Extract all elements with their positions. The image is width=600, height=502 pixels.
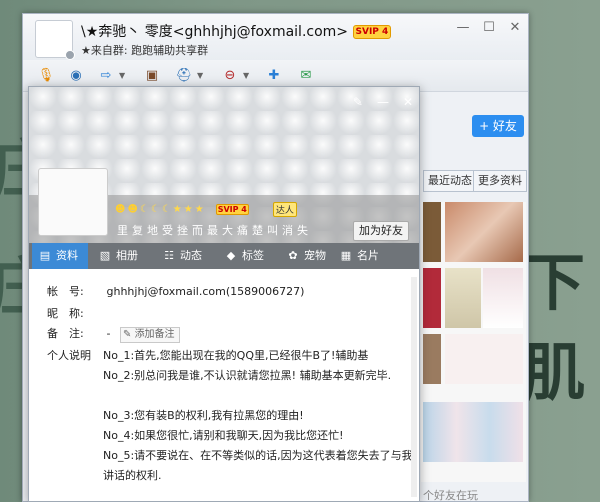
tab-tags[interactable]: ◆ 标签 (218, 243, 278, 269)
remote-desktop-icon[interactable]: ▣ (141, 65, 163, 87)
add-as-friend-button[interactable]: 加为好友 (353, 221, 409, 241)
app-icon[interactable]: ⛑ ▼ (173, 65, 203, 87)
card-controls: ✎ — ✕ (353, 95, 413, 109)
activity-photo[interactable] (423, 202, 441, 262)
account-label: 帐 号: (47, 285, 84, 298)
file-transfer-icon[interactable]: ⇨ ▼ (95, 65, 126, 87)
title-bar[interactable]: \★奔驰丶 零度<ghhhjhj@foxmail.com> SVIP 4 ★来自… (23, 14, 528, 60)
window-controls: — ☐ ✕ (456, 20, 522, 35)
moon-icon: ☾ (161, 204, 171, 215)
chevron-down-icon[interactable]: ▼ (197, 65, 203, 87)
svip-badge: SVIP 4 (352, 25, 392, 39)
intro-line: No_1:首先,您能出现在我的QQ里,已经很牛B了!辅助基 (103, 349, 369, 362)
daren-badge[interactable]: 达人 (272, 202, 297, 217)
remark-value: - (106, 327, 111, 340)
tab-more-info[interactable]: 更多资料 (473, 170, 527, 192)
profile-avatar[interactable] (38, 168, 108, 236)
tab-album[interactable]: ▧ 相册 (92, 243, 152, 269)
status-icon (65, 50, 75, 60)
tag-icon: ◆ (226, 249, 236, 262)
profile-tabs: ▤ 资料 ▧ 相册 ☷ 动态 ◆ 标签 ✿ 宠物 ▦ 名片 (29, 243, 419, 269)
activity-photo[interactable] (445, 334, 523, 384)
add-contact-icon[interactable]: ✚ (263, 65, 285, 87)
desktop-bg-text: 下肌 (523, 246, 586, 409)
account-row: 帐 号: ghhhjhj@foxmail.com(1589006727) (47, 283, 304, 299)
nickname-label: 昵 称: (47, 307, 84, 320)
intro-line: No_2:别总问我是谁,不认识就请您拉黑! 辅助基本更新完毕. (103, 369, 392, 382)
activity-photo[interactable] (423, 334, 441, 384)
intro-line: 讲话的权利. (103, 469, 162, 482)
signature-text: 里复地受挫而最大痛楚叫消失 (117, 224, 312, 237)
remark-label: 备 注: (47, 327, 84, 340)
intro-line: No_4:如果您很忙,请别和我聊天,因为我比您还忙! (103, 429, 344, 442)
contact-title: \★奔驰丶 零度<ghhhjhj@foxmail.com> SVIP 4 (81, 21, 392, 41)
tab-feed[interactable]: ☷ 动态 (156, 243, 216, 269)
video-icon[interactable]: ◉ (65, 65, 87, 87)
feed-icon: ☷ (164, 249, 174, 262)
edit-icon[interactable]: ✎ (353, 95, 363, 109)
star-icon: ★ (183, 204, 193, 215)
intro-line: No_3:您有装B的权利,我有拉黑您的理由! (103, 409, 304, 422)
maximize-icon[interactable]: ☐ (482, 20, 496, 35)
tab-pets[interactable]: ✿ 宠物 (280, 243, 340, 269)
friends-playing-text[interactable]: 个好友在玩 (423, 487, 478, 502)
level-badges: ☻ ☻ ☾ ☾ ☾ ★ ★ ★ SVIP 4 达人 (115, 202, 297, 217)
microphone-icon[interactable]: 🎙 (35, 65, 57, 87)
profile-card: ✎ — ✕ ☻ ☻ ☾ ☾ ☾ ★ ★ ★ SVIP 4 达人 里复地受挫而最大… (28, 86, 420, 502)
profile-details: 帐 号: ghhhjhj@foxmail.com(1589006727) 昵 称… (29, 269, 419, 501)
add-friend-button[interactable]: + 好友 (472, 115, 524, 137)
close-icon[interactable]: ✕ (403, 95, 413, 109)
tab-card[interactable]: ▦ 名片 (333, 243, 393, 269)
nickname-row: 昵 称: (47, 305, 103, 321)
block-icon[interactable]: ⊖ ▼ (219, 65, 250, 87)
remark-row: 备 注: - ✎ 添加备注 (47, 325, 180, 343)
star-icon: ★ (194, 204, 204, 215)
details-scrollbar[interactable] (411, 277, 417, 497)
tab-recent-activity[interactable]: 最近动态 (423, 170, 477, 192)
svip-badge[interactable]: SVIP 4 (215, 204, 249, 215)
moon-icon: ☾ (139, 204, 149, 215)
add-remark-button[interactable]: ✎ 添加备注 (119, 327, 180, 343)
edit-icon: ✎ (122, 329, 132, 340)
account-value[interactable]: ghhhjhj@foxmail.com(1589006727) (107, 285, 305, 298)
create-group-icon[interactable]: ✉ (295, 65, 317, 87)
intro-label: 个人说明 (47, 349, 91, 362)
game-banner[interactable] (423, 402, 523, 462)
group-source: ★来自群: 跑跑辅助共享群 (81, 44, 209, 57)
chevron-down-icon[interactable]: ▼ (119, 65, 125, 87)
star-icon: ★ (172, 204, 182, 215)
tab-profile[interactable]: ▤ 资料 (32, 243, 88, 269)
activity-photo[interactable] (483, 268, 523, 328)
pet-icon: ✿ (288, 249, 298, 262)
minimize-icon[interactable]: — (456, 20, 470, 35)
close-icon[interactable]: ✕ (508, 20, 522, 35)
card-icon: ▦ (340, 249, 352, 262)
minimize-icon[interactable]: — (377, 95, 389, 109)
activity-photo[interactable] (445, 268, 481, 328)
activity-photo[interactable] (445, 202, 523, 262)
chevron-down-icon[interactable]: ▼ (243, 65, 249, 87)
contact-avatar[interactable] (35, 20, 75, 60)
profile-icon: ▤ (39, 249, 51, 262)
activity-photo-grid (421, 202, 526, 482)
contact-name: \★奔驰丶 零度<ghhhjhj@foxmail.com> (81, 24, 349, 40)
activity-photo[interactable] (423, 268, 441, 328)
sun-icon: ☻ (127, 204, 138, 215)
moon-icon: ☾ (150, 204, 160, 215)
intro-line: No_5:请不要说在、在不等类似的话,因为这代表着您失去了与我 (103, 449, 413, 462)
album-icon: ▧ (99, 249, 111, 262)
sun-icon: ☻ (115, 204, 126, 215)
